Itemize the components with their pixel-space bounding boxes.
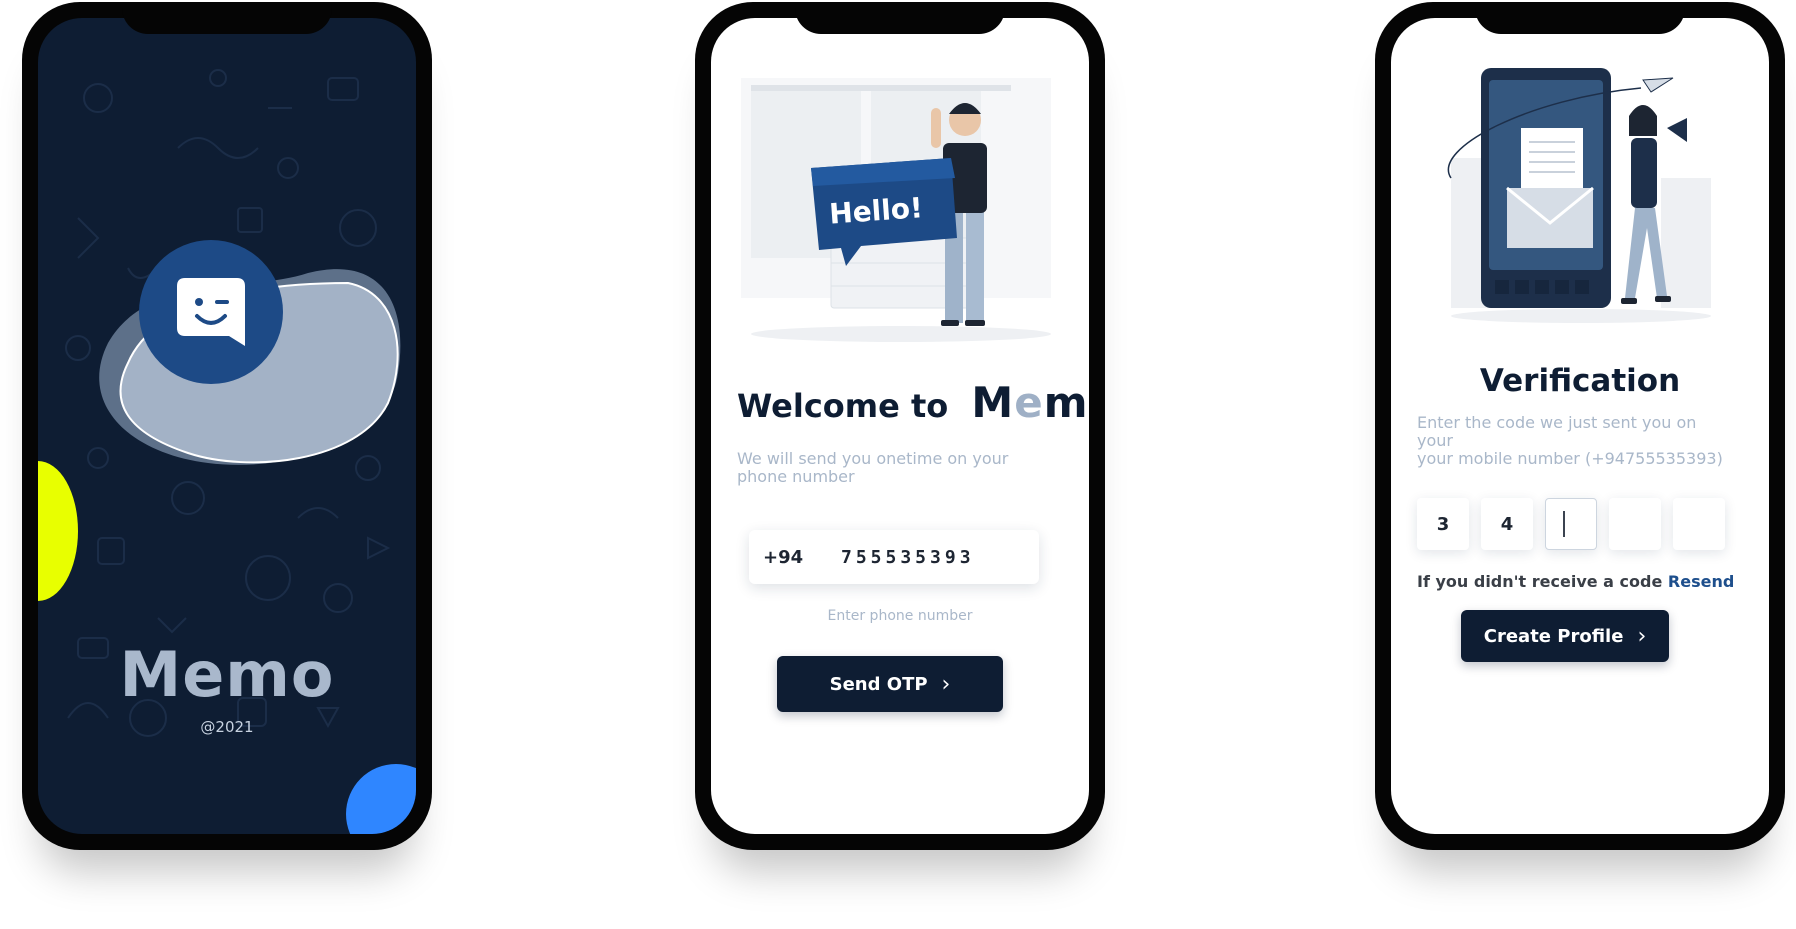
welcome-screen: Hello! Welcome to Memo We will send you … — [711, 18, 1089, 834]
phone-welcome-frame: Hello! Welcome to Memo We will send you … — [695, 2, 1105, 850]
hello-illustration: Hello! — [741, 78, 1051, 342]
phone-notch — [795, 2, 1005, 34]
chat-bubble-wink-icon — [177, 278, 245, 346]
create-profile-button[interactable]: Create Profile › — [1461, 610, 1669, 662]
phone-number-input[interactable]: +94 755535393 — [749, 530, 1039, 584]
verification-illustration — [1447, 68, 1711, 323]
splash-screen: Memo @2021 — [38, 18, 416, 834]
country-code[interactable]: +94 — [763, 547, 841, 568]
resend-prompt: If you didn't receive a code — [1417, 572, 1663, 591]
verification-title: Verification — [1479, 363, 1681, 399]
send-otp-button[interactable]: Send OTP › — [777, 656, 1003, 712]
app-logo-text: Memo — [119, 638, 335, 711]
logo-circle — [139, 240, 283, 384]
hello-bubble-text: Hello! — [828, 191, 924, 230]
otp-digit-4[interactable] — [1609, 498, 1661, 550]
chevron-right-icon: › — [941, 671, 951, 697]
otp-code-inputs: 3 4 — [1417, 498, 1725, 550]
chevron-right-icon: › — [1637, 623, 1647, 649]
phone-notch — [122, 2, 332, 34]
verification-subtitle: Enter the code we just sent you on your … — [1417, 413, 1723, 468]
otp-digit-1[interactable]: 3 — [1417, 498, 1469, 550]
phone-verification-frame: Verification Enter the code we just sent… — [1375, 2, 1785, 850]
phone-number-value[interactable]: 755535393 — [841, 547, 975, 568]
otp-digit-3[interactable] — [1545, 498, 1597, 550]
resend-row: If you didn't receive a code Resend — [1417, 572, 1734, 591]
otp-digit-2[interactable]: 4 — [1481, 498, 1533, 550]
verification-screen: Verification Enter the code we just sent… — [1391, 18, 1769, 834]
welcome-title-prefix: Welcome to — [737, 387, 949, 425]
phone-splash-frame: Memo @2021 — [22, 2, 432, 850]
phone-notch — [1475, 2, 1685, 34]
welcome-title: Welcome to Memo — [737, 378, 1089, 427]
copyright-year: @2021 — [200, 718, 254, 736]
brand-wordmark: Memo — [971, 378, 1089, 427]
resend-link[interactable]: Resend — [1668, 572, 1734, 591]
otp-digit-5[interactable] — [1673, 498, 1725, 550]
phone-input-hint: Enter phone number — [827, 608, 973, 624]
welcome-subtitle: We will send you onetime on your phone n… — [737, 449, 1009, 486]
text-cursor — [1563, 511, 1565, 537]
